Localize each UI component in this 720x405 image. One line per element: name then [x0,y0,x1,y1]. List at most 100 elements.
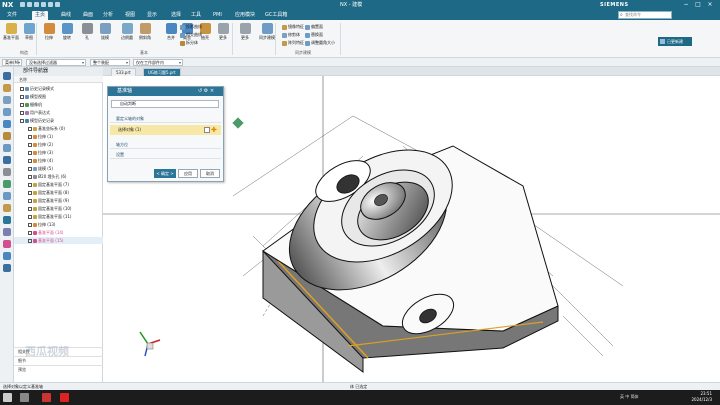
visibility-checkbox[interactable] [28,127,32,131]
tree-row[interactable]: 基准坐标系 (0) [14,125,103,132]
window-icon[interactable] [55,2,60,7]
ribbon-small-item[interactable]: 修剪体 [282,32,300,38]
ribbon-small-item[interactable]: 阵列特征 [282,40,304,46]
start-icon[interactable] [3,393,12,402]
menu-tab[interactable]: 文件 [4,11,20,20]
apply-button[interactable]: 应用 [178,169,198,178]
menu-tab[interactable]: GC工具箱 [262,11,290,20]
type-dropdown[interactable]: 自动判断 [111,100,219,108]
tree-row[interactable]: 拉伸 (4) [14,157,103,164]
resource-bar-icon[interactable] [3,180,11,188]
ribbon-small-item[interactable]: 替换面 [305,32,323,38]
ribbon-small-item[interactable]: 投影曲线 [180,24,202,30]
visibility-checkbox[interactable] [20,111,24,115]
menu-tab[interactable]: 主页 [32,11,49,20]
section-objects-header[interactable]: 要定义轴的对象 [110,115,221,123]
resource-bar-icon[interactable] [3,216,11,224]
resource-bar-icon[interactable] [3,156,11,164]
close-icon[interactable]: × [704,0,716,10]
ribbon-button[interactable]: 孔 [78,23,96,49]
menu-dropdown[interactable]: 菜单(M) [2,59,22,66]
ribbon-button[interactable]: 拉伸 [40,23,58,49]
resource-bar-icon[interactable] [3,120,11,128]
tree-row[interactable]: 固定基准平面 (7) [14,181,103,188]
tab-ug-exercise-5[interactable]: UG练习题5.prt [143,68,181,76]
redo-icon[interactable] [34,2,39,7]
resource-bar-icon[interactable] [3,84,11,92]
visibility-checkbox[interactable] [28,151,32,155]
ribbon-button[interactable]: 旋转 [58,23,76,49]
visibility-checkbox[interactable] [20,87,24,91]
tree-row[interactable]: 固定基准平面 (11) [14,213,103,220]
menu-tab[interactable]: 曲线 [58,11,74,20]
tree-row[interactable]: 摄像机 [14,101,103,108]
visibility-checkbox[interactable] [28,143,32,147]
cut-icon[interactable] [41,2,46,7]
ribbon-small-item[interactable]: 偏置面 [305,24,323,30]
maximize-icon[interactable]: □ [692,0,704,10]
resource-bar-icon[interactable] [3,108,11,116]
visibility-checkbox[interactable] [28,199,32,203]
ok-button[interactable]: < 确定 > [154,169,176,178]
save-icon[interactable] [20,2,25,7]
visibility-checkbox[interactable] [28,191,32,195]
resource-bar-icon[interactable] [3,252,11,260]
search-taskbar-icon[interactable] [20,393,29,402]
ime-indicator[interactable]: 英 中 [620,394,629,399]
lang-indicator[interactable]: 简体 [631,394,639,399]
tree-row[interactable]: 拉伸 (1) [14,133,103,140]
assembly-scope-dropdown[interactable]: 整个装配 [90,59,130,66]
menu-tab[interactable]: 应用模块 [232,11,258,20]
resource-bar-icon[interactable] [3,168,11,176]
section-direction-header[interactable]: 轴方位 [110,141,221,149]
navigator-section[interactable]: 预览 [14,365,103,373]
visibility-checkbox[interactable] [20,103,24,107]
tree-row[interactable]: Ø20 埋头孔 (6) [14,173,103,180]
copy-icon[interactable] [48,2,53,7]
visibility-checkbox[interactable] [28,175,32,179]
tree-row[interactable]: 固定基准平面 (9) [14,197,103,204]
undo-icon[interactable] [27,2,32,7]
tree-row[interactable]: 拔模 (5) [14,165,103,172]
close-icon[interactable]: × [210,88,214,94]
resource-bar-icon[interactable] [3,96,11,104]
visibility-checkbox[interactable] [28,231,32,235]
menu-tab[interactable]: 选择 [168,11,184,20]
nx-taskbar-icon[interactable] [42,393,51,402]
work-part-dropdown[interactable]: 仅在工作部件内 [133,59,183,66]
minimize-icon[interactable]: − [680,0,692,10]
visibility-checkbox[interactable] [28,207,32,211]
menu-tab[interactable]: 分析 [100,11,116,20]
tree-row[interactable]: 模型视图 [14,93,103,100]
resource-bar-icon[interactable] [3,264,11,272]
visibility-checkbox[interactable] [20,119,24,123]
menu-tab[interactable]: 显示 [144,11,160,20]
visibility-checkbox[interactable] [28,223,32,227]
tree-row[interactable]: 历史记录模式 [14,85,103,92]
resource-bar-icon[interactable] [3,240,11,248]
crosshair-icon[interactable]: ✚ [211,126,217,134]
visibility-checkbox[interactable] [28,159,32,163]
ribbon-button[interactable]: 同步建模 [258,23,276,49]
tree-row[interactable]: 拉伸 (13) [14,221,103,228]
ribbon-button[interactable]: 基准平面 [2,23,20,49]
resource-bar-icon[interactable] [3,144,11,152]
visibility-checkbox[interactable] [28,239,32,243]
app-taskbar-icon[interactable] [60,393,69,402]
resource-bar-icon[interactable] [3,132,11,140]
visibility-checkbox[interactable] [28,183,32,187]
tree-row[interactable]: 模型历史记录 [14,117,103,124]
ribbon-small-item[interactable]: 相交曲线 [180,32,202,38]
tree-row[interactable]: 拉伸 (2) [14,141,103,148]
visibility-checkbox[interactable] [28,215,32,219]
menu-tab[interactable]: 工具 [188,11,204,20]
command-search-input[interactable]: 查找命令 [618,11,672,19]
visibility-checkbox[interactable] [28,167,32,171]
ribbon-button[interactable]: 倒斜角 [136,23,154,49]
ribbon-small-item[interactable]: 镜像特征 [282,24,304,30]
tree-row[interactable]: 基准平面 (15) [14,237,103,244]
menu-tab[interactable]: 曲面 [80,11,96,20]
tab-533-prt[interactable]: 533.prt [111,68,136,76]
menu-tab[interactable]: 视图 [122,11,138,20]
resource-bar-icon[interactable] [3,204,11,212]
